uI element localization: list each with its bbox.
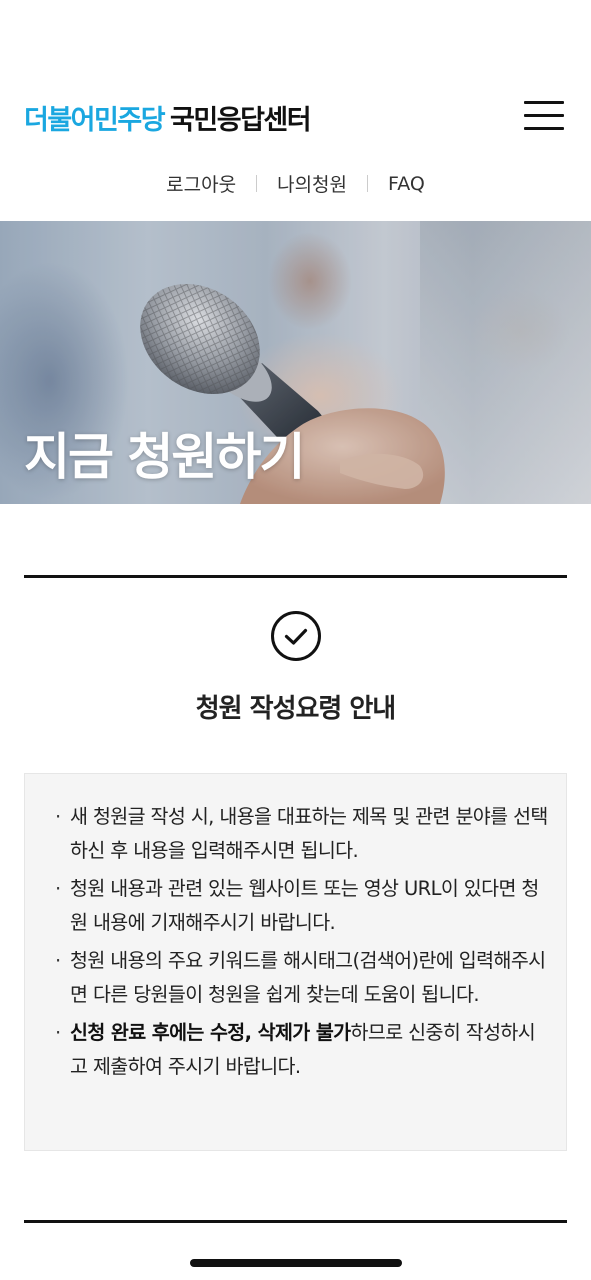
utility-nav: 로그아웃 나의청원 FAQ xyxy=(0,170,591,197)
hero-banner: 지금 청원하기 xyxy=(0,221,591,504)
site-header: 더불어민주당 국민응답센터 xyxy=(0,0,591,150)
guide-item: 새 청원글 작성 시, 내용을 대표하는 제목 및 관련 분야를 선택하신 후 … xyxy=(55,800,548,868)
check-circle-icon xyxy=(271,611,321,661)
my-petitions-link[interactable]: 나의청원 xyxy=(257,170,367,197)
logo-party-text: 더불어민주당 xyxy=(24,105,166,136)
home-indicator xyxy=(190,1259,402,1267)
page: 더불어민주당 국민응답센터 로그아웃 나의청원 FAQ 지금 청원하기 청원 작… xyxy=(0,0,591,1280)
guide-item: 신청 완료 후에는 수정, 삭제가 불가하므로 신중히 작성하시고 제출하여 주… xyxy=(55,1016,548,1084)
guide-box: 새 청원글 작성 시, 내용을 대표하는 제목 및 관련 분야를 선택하신 후 … xyxy=(24,773,567,1151)
logo-center-text: 국민응답센터 xyxy=(170,105,312,136)
faq-link[interactable]: FAQ xyxy=(368,173,445,195)
guide-item-bold: 신청 완료 후에는 수정, 삭제가 불가 xyxy=(70,1021,351,1044)
guide-title: 청원 작성요령 안내 xyxy=(195,694,396,724)
section-divider xyxy=(24,1220,567,1223)
section-divider xyxy=(24,575,567,578)
guide-list: 새 청원글 작성 시, 내용을 대표하는 제목 및 관련 분야를 선택하신 후 … xyxy=(25,774,566,1084)
hero-title: 지금 청원하기 xyxy=(24,428,305,486)
guide-item: 청원 내용과 관련 있는 웹사이트 또는 영상 URL이 있다면 청원 내용에 … xyxy=(55,872,548,940)
logout-link[interactable]: 로그아웃 xyxy=(146,170,256,197)
hamburger-menu-icon[interactable] xyxy=(524,99,566,133)
site-logo[interactable]: 더불어민주당 국민응답센터 xyxy=(24,98,312,137)
guide-item: 청원 내용의 주요 키워드를 해시태그(검색어)란에 입력해주시면 다른 당원들… xyxy=(55,944,548,1012)
